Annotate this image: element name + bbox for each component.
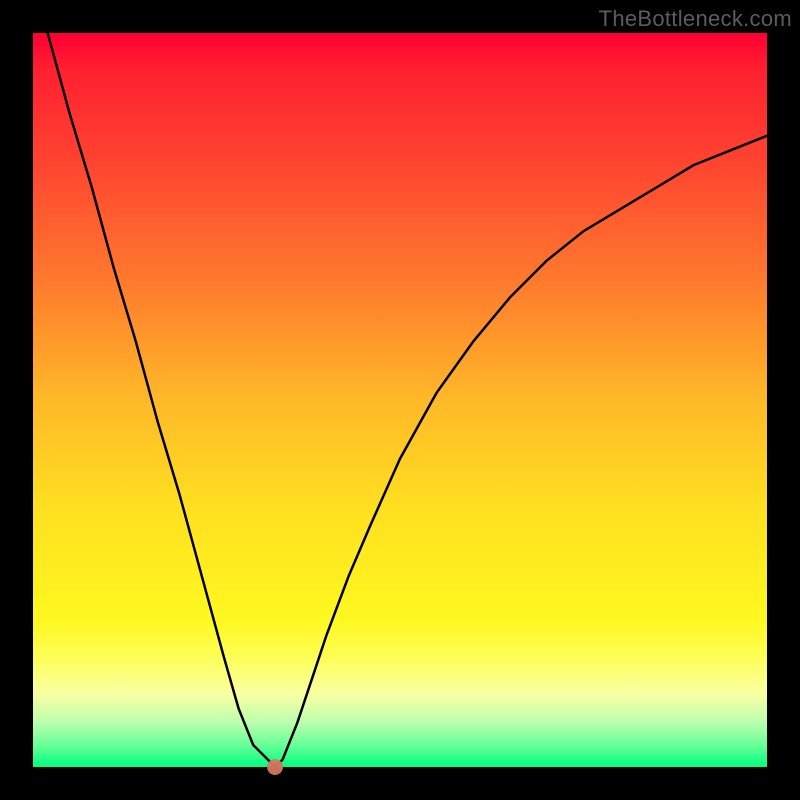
watermark-label: TheBottleneck.com [599,6,792,32]
chart-container: TheBottleneck.com [0,0,800,800]
optimal-point-marker [267,759,283,775]
bottleneck-curve [33,33,767,767]
